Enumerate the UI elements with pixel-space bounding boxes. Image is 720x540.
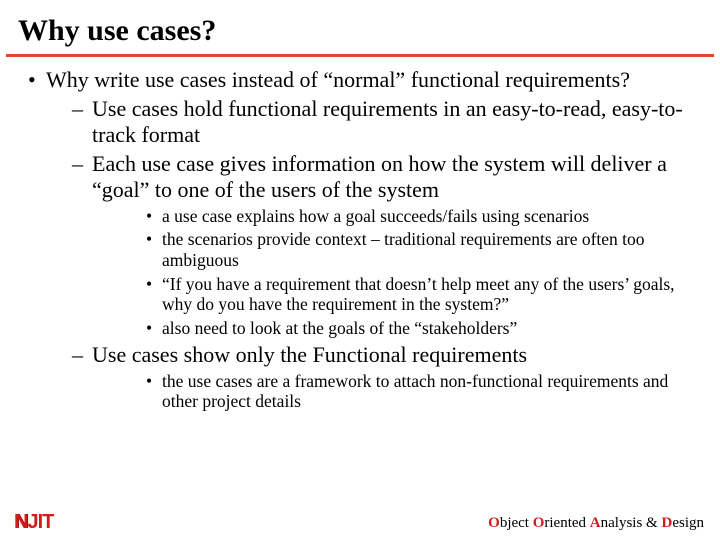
bullet-level2: Use cases hold functional requirements i… <box>46 96 696 148</box>
tagline-letter: D <box>661 515 672 531</box>
slide-title: Why use cases? <box>0 0 720 54</box>
bullet-level3: the use cases are a framework to attach … <box>92 371 696 412</box>
slide-body: Why write use cases instead of “normal” … <box>0 67 720 412</box>
bullet-text: the scenarios provide context – traditio… <box>162 229 645 270</box>
bullet-text: Why write use cases instead of “normal” … <box>46 67 630 92</box>
bullet-text: Use cases hold functional requirements i… <box>92 96 683 147</box>
tagline-word: nalysis & <box>601 515 662 531</box>
tagline-word: bject <box>500 515 533 531</box>
bullet-text: the use cases are a framework to attach … <box>162 371 668 412</box>
bullet-level3: “If you have a requirement that doesn’t … <box>92 274 696 315</box>
bullet-level3: a use case explains how a goal succeeds/… <box>92 206 696 227</box>
tagline-letter: O <box>488 515 500 531</box>
logo-letter: J <box>27 511 37 533</box>
bullet-text: Use cases show only the Functional requi… <box>92 342 527 367</box>
bullet-text: “If you have a requirement that doesn’t … <box>162 274 675 315</box>
tagline-word: riented <box>544 515 589 531</box>
bullet-text: Each use case gives information on how t… <box>92 151 667 202</box>
bullet-level3: the scenarios provide context – traditio… <box>92 229 696 270</box>
njit-logo: NJIT <box>14 511 53 534</box>
footer: NJIT Object Oriented Analysis & Design <box>0 510 720 540</box>
tagline-letter: A <box>590 515 601 531</box>
tagline-letter: O <box>533 515 545 531</box>
logo-letter: T <box>42 511 53 533</box>
bullet-level1: Why write use cases instead of “normal” … <box>24 67 696 412</box>
bullet-text: also need to look at the goals of the “s… <box>162 318 517 338</box>
logo-letter: N <box>14 511 27 533</box>
bullet-level2: Each use case gives information on how t… <box>46 151 696 339</box>
bullet-text: a use case explains how a goal succeeds/… <box>162 206 589 226</box>
footer-tagline: Object Oriented Analysis & Design <box>488 515 704 532</box>
title-underline <box>6 54 714 57</box>
bullet-level2: Use cases show only the Functional requi… <box>46 342 696 412</box>
tagline-word: esign <box>672 515 704 531</box>
bullet-level3: also need to look at the goals of the “s… <box>92 318 696 339</box>
